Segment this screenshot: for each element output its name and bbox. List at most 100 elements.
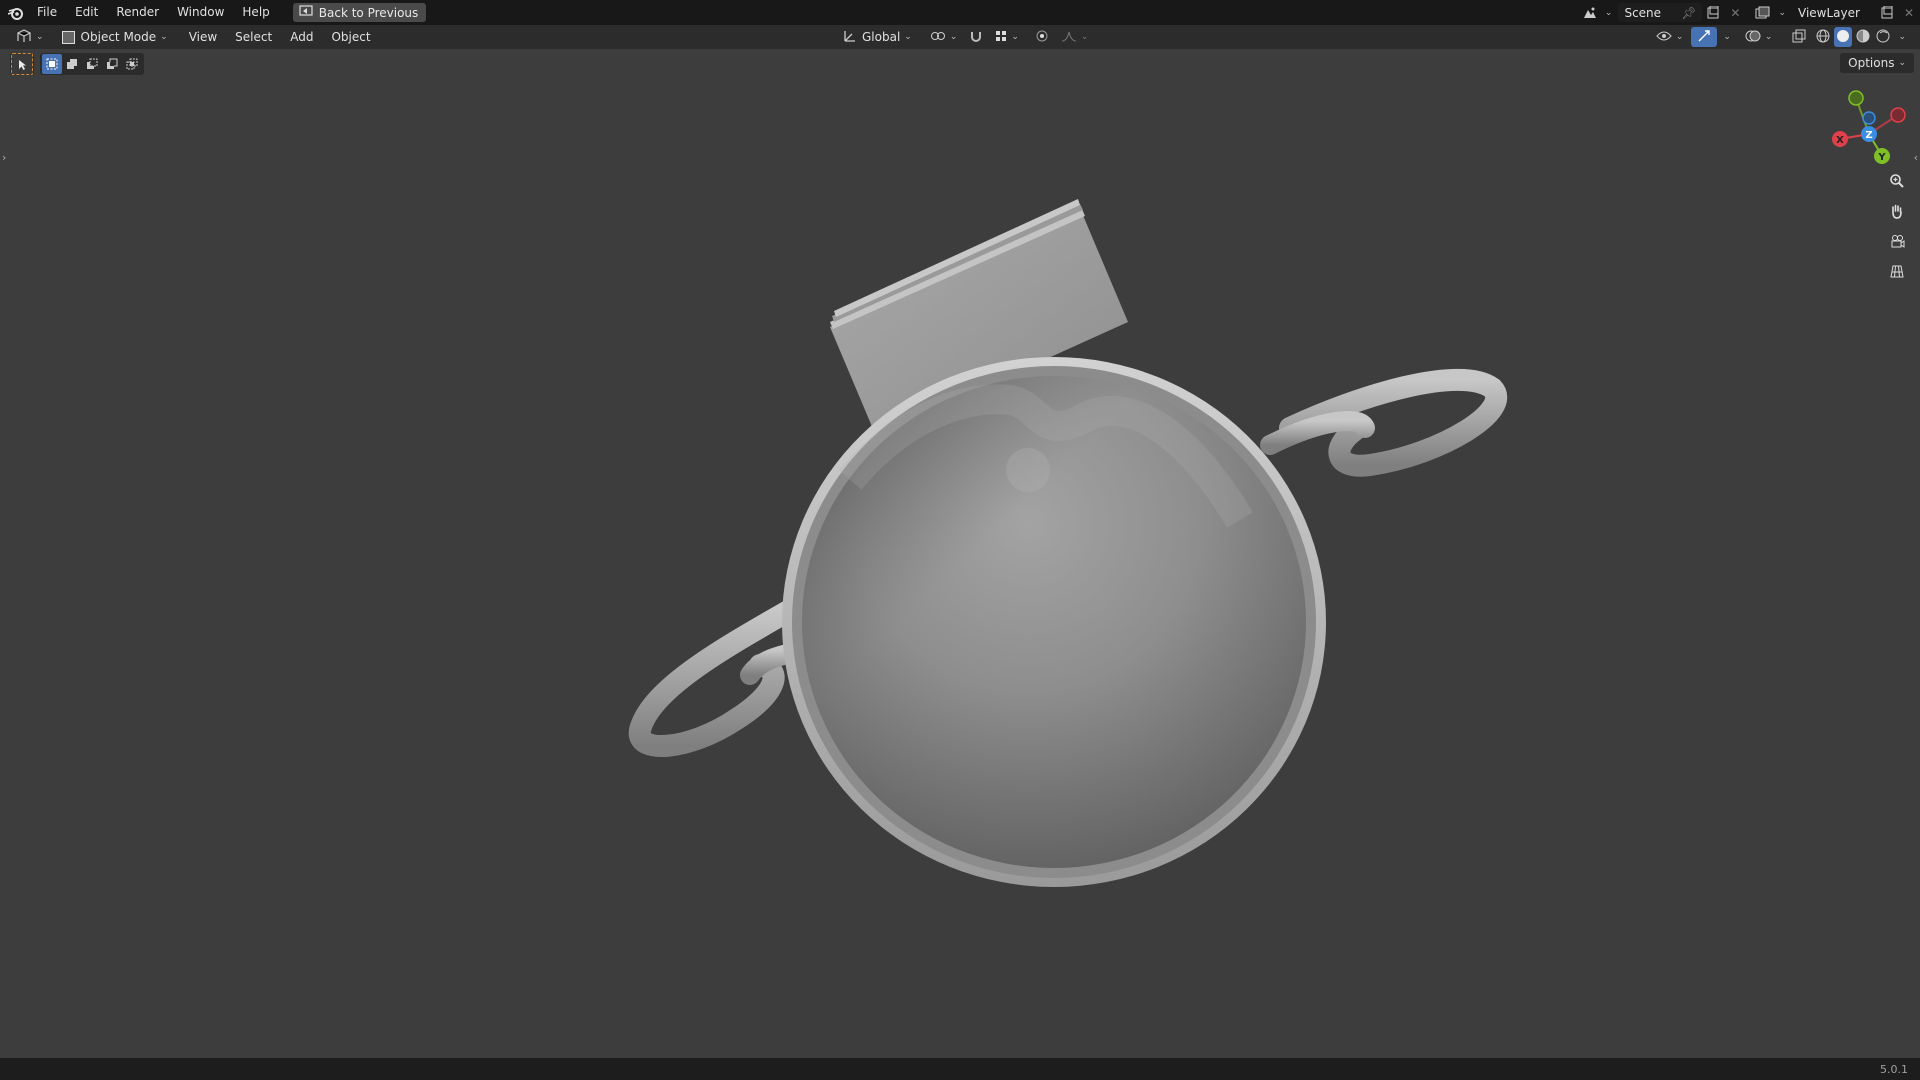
selection-mode-group (40, 53, 144, 75)
3d-viewport-icon (16, 28, 32, 46)
gizmo-z-label: Z (1865, 130, 1872, 141)
pivot-point-selector[interactable]: ⌄ (924, 27, 964, 47)
snap-target-selector[interactable]: ⌄ (989, 27, 1025, 47)
bowl-object (782, 357, 1326, 887)
chevron-down-icon[interactable]: ⌄ (1605, 8, 1613, 18)
version-label: 5.0.1 (1880, 1062, 1908, 1076)
scene-name: Scene (1624, 5, 1662, 20)
blender-logo-icon[interactable] (4, 0, 28, 25)
menu-render[interactable]: Render (107, 0, 168, 25)
toolbar-expand-arrow-icon[interactable]: › (2, 151, 6, 164)
orientation-label: Global (862, 30, 901, 44)
chain-right (1260, 368, 1508, 477)
menu-file[interactable]: File (28, 0, 66, 25)
chevron-down-icon[interactable]: ⌄ (1778, 8, 1786, 18)
new-view-layer-icon[interactable] (1876, 3, 1898, 22)
scene-selector-icon[interactable] (1579, 3, 1601, 22)
chevron-down-icon[interactable]: ⌄ (1898, 32, 1906, 42)
transform-orientation-selector[interactable]: Global ⌄ (836, 27, 918, 47)
zoom-icon[interactable] (1885, 169, 1909, 193)
pan-hand-icon[interactable] (1885, 199, 1909, 223)
tool-settings-strip (10, 52, 144, 76)
active-tool-button[interactable] (10, 53, 34, 75)
menu-add[interactable]: Add (281, 25, 322, 49)
navigation-gizmo[interactable]: X Y Z (1832, 90, 1906, 164)
chevron-down-icon: ⌄ (1011, 32, 1019, 42)
shading-solid-button[interactable] (1834, 27, 1853, 47)
chevron-down-icon: ⌄ (1898, 58, 1906, 68)
shading-material-button[interactable] (1854, 27, 1872, 47)
select-extend-icon[interactable] (62, 54, 82, 74)
select-intersect-icon[interactable] (122, 54, 142, 74)
view-layer-name: ViewLayer (1798, 5, 1860, 20)
snap-toggle[interactable] (963, 27, 989, 47)
magnet-icon (969, 29, 983, 46)
delete-view-layer-icon[interactable]: ✕ (1898, 3, 1920, 22)
shading-wireframe-button[interactable] (1814, 27, 1832, 47)
chevron-down-icon: ⌄ (160, 32, 168, 42)
xray-icon (1792, 29, 1806, 46)
material-sphere-icon (1856, 29, 1870, 46)
menu-object[interactable]: Object (322, 25, 379, 49)
eye-icon (1656, 30, 1672, 45)
menu-help[interactable]: Help (233, 0, 278, 25)
gizmo-neg-y-handle (1848, 90, 1864, 106)
select-set-new-icon[interactable] (42, 54, 62, 74)
falloff-curve-icon (1061, 30, 1077, 45)
chevron-down-icon: ⌄ (904, 32, 912, 42)
gizmo-y-label: Y (1877, 152, 1886, 163)
delete-scene-icon[interactable]: ✕ (1724, 3, 1746, 22)
shading-rendered-button[interactable] (1874, 27, 1892, 47)
options-dropdown[interactable]: Options ⌄ (1840, 53, 1914, 73)
menu-window[interactable]: Window (168, 0, 233, 25)
camera-view-icon[interactable] (1885, 229, 1909, 253)
view-layer-icon[interactable] (1752, 3, 1774, 22)
select-box-tool-icon[interactable] (11, 53, 33, 75)
new-scene-icon[interactable] (1702, 3, 1724, 22)
falloff-selector[interactable]: ⌄ (1055, 27, 1095, 47)
select-difference-icon[interactable] (102, 54, 122, 74)
menu-edit[interactable]: Edit (66, 0, 107, 25)
back-to-previous-label: Back to Previous (318, 5, 419, 20)
xray-toggle[interactable] (1786, 27, 1812, 47)
select-subtract-icon[interactable] (82, 54, 102, 74)
chevron-down-icon: ⌄ (1764, 32, 1773, 42)
overlays-toggle[interactable]: ⌄ (1739, 27, 1779, 47)
menu-select[interactable]: Select (226, 25, 281, 49)
orthographic-grid-icon[interactable] (1885, 259, 1909, 283)
gizmo-x-label: X (1836, 135, 1844, 146)
status-bar: 5.0.1 (0, 1058, 1920, 1080)
options-label: Options (1848, 56, 1895, 70)
chevron-down-icon: ⌄ (1080, 32, 1089, 42)
chevron-down-icon[interactable]: ⌄ (1723, 32, 1731, 42)
editor-type-button[interactable]: ⌄ (10, 27, 50, 47)
view-layer-field[interactable]: ViewLayer (1792, 3, 1876, 22)
overlays-icon (1745, 29, 1761, 46)
top-bar: File Edit Render Window Help Back to Pre… (0, 0, 1920, 25)
pivot-icon (930, 29, 946, 46)
pin-icon[interactable]: 📌︎ (1681, 6, 1696, 20)
chevron-down-icon: ⌄ (36, 32, 44, 42)
back-to-previous-button[interactable]: Back to Previous (292, 3, 427, 22)
gizmo-icon (1697, 29, 1711, 46)
mode-label: Object Mode (80, 30, 157, 44)
chain-left (628, 599, 815, 757)
visibility-selector[interactable]: ⌄ (1650, 27, 1690, 47)
gizmo-neg-x-handle (1890, 107, 1906, 123)
rendered-sphere-icon (1876, 29, 1890, 46)
3d-viewport[interactable]: X Y Z › ‹ (0, 49, 1920, 1058)
orientation-icon (842, 29, 856, 46)
scene-name-field[interactable]: Scene 📌︎ (1618, 3, 1703, 22)
menu-view[interactable]: View (180, 25, 226, 49)
mode-selector[interactable]: Object Mode ⌄ (56, 27, 174, 47)
chevron-down-icon: ⌄ (949, 32, 958, 42)
gizmo-neg-z-handle (1862, 111, 1876, 125)
proportional-editing-icon (1035, 29, 1049, 46)
gizmo-toggle[interactable] (1691, 27, 1718, 47)
solid-sphere-icon (1836, 29, 1850, 46)
sidebar-expand-arrow-icon[interactable]: ‹ (1914, 151, 1918, 164)
scene-render[interactable]: X Y Z (0, 49, 1920, 1058)
proportional-editing-toggle[interactable] (1029, 27, 1055, 47)
snap-grid-icon (995, 30, 1007, 45)
wireframe-sphere-icon (1816, 29, 1830, 46)
